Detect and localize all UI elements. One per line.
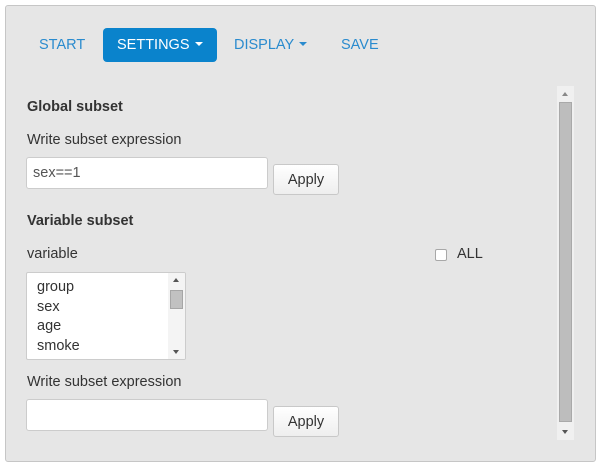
variable-list: groupsexagesmokebodywt bbox=[27, 278, 170, 359]
settings-panel bbox=[5, 5, 596, 462]
variable-subset-heading: Variable subset bbox=[27, 213, 134, 229]
nav-settings-label: SETTINGS bbox=[117, 37, 190, 53]
scroll-up-icon[interactable] bbox=[562, 92, 568, 96]
nav-display[interactable]: DISPLAY bbox=[234, 28, 308, 62]
scroll-down-icon[interactable] bbox=[173, 350, 179, 354]
list-item[interactable]: sex bbox=[27, 298, 170, 318]
variable-apply-button[interactable]: Apply bbox=[273, 406, 339, 437]
list-item[interactable]: smoke bbox=[27, 337, 170, 357]
nav-display-label: DISPLAY bbox=[234, 37, 295, 53]
scroll-thumb[interactable] bbox=[170, 290, 183, 309]
list-item[interactable]: age bbox=[27, 317, 170, 337]
panel-scrollbar[interactable] bbox=[557, 86, 574, 440]
all-checkbox[interactable] bbox=[435, 249, 447, 261]
nav-start[interactable]: START bbox=[39, 28, 85, 62]
nav-save[interactable]: SAVE bbox=[341, 28, 379, 62]
variable-expression-input[interactable] bbox=[26, 399, 268, 431]
scroll-up-icon[interactable] bbox=[173, 278, 179, 282]
scroll-down-icon[interactable] bbox=[562, 430, 568, 434]
scroll-thumb[interactable] bbox=[559, 102, 572, 422]
global-apply-button[interactable]: Apply bbox=[273, 164, 339, 195]
variable-listbox[interactable]: groupsexagesmokebodywt bbox=[26, 272, 186, 360]
variable-label: variable bbox=[27, 246, 78, 262]
chevron-down-icon bbox=[194, 42, 203, 47]
global-expression-label: Write subset expression bbox=[27, 132, 182, 148]
global-subset-heading: Global subset bbox=[27, 99, 123, 115]
variable-expression-label: Write subset expression bbox=[27, 374, 182, 390]
listbox-scrollbar[interactable] bbox=[168, 273, 185, 359]
chevron-down-icon bbox=[299, 42, 308, 47]
global-expression-input[interactable] bbox=[26, 157, 268, 189]
nav-save-label: SAVE bbox=[341, 37, 379, 53]
list-item[interactable]: bodywt bbox=[27, 357, 170, 359]
list-item[interactable]: group bbox=[27, 278, 170, 298]
nav-start-label: START bbox=[39, 37, 86, 53]
nav-settings[interactable]: SETTINGS bbox=[103, 28, 217, 62]
all-label: ALL bbox=[457, 246, 483, 262]
